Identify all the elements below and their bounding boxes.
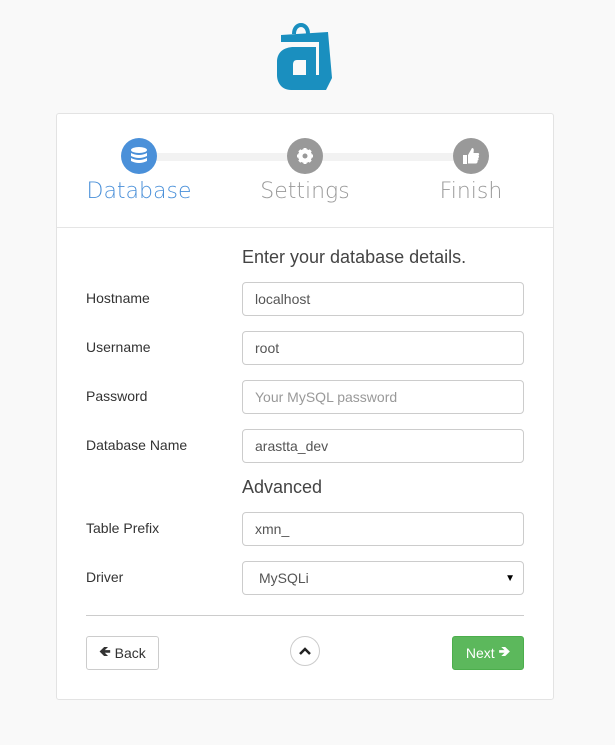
database-name-label: Database Name xyxy=(86,437,188,453)
step-finish-circle xyxy=(453,138,489,174)
hostname-input[interactable] xyxy=(242,282,524,316)
database-icon xyxy=(131,147,147,163)
password-input[interactable] xyxy=(242,380,524,414)
form-heading: Enter your database details. xyxy=(242,247,467,267)
step-settings-circle xyxy=(287,138,323,174)
password-label: Password xyxy=(86,388,148,404)
caret-down-icon: ▼ xyxy=(505,572,515,584)
footer-divider xyxy=(86,615,524,616)
driver-label: Driver xyxy=(86,569,124,585)
step-database-label: Database xyxy=(86,179,192,204)
table-prefix-label: Table Prefix xyxy=(86,520,160,536)
next-button[interactable]: Next 🡺 xyxy=(452,636,524,670)
driver-select[interactable]: MySQLi ▼ xyxy=(242,561,524,595)
step-database-circle xyxy=(121,138,157,174)
hostname-label: Hostname xyxy=(86,290,150,306)
username-label: Username xyxy=(86,339,151,355)
arrow-left-icon: 🡸 xyxy=(99,643,111,659)
chevron-up-icon xyxy=(299,647,311,655)
driver-value: MySQLi xyxy=(259,570,309,586)
gear-icon xyxy=(297,148,313,164)
thumbs-up-icon xyxy=(463,148,480,164)
username-input[interactable] xyxy=(242,331,524,365)
app-logo xyxy=(277,23,332,90)
header-divider xyxy=(57,227,553,228)
step-finish-label: Finish xyxy=(439,179,503,204)
advanced-heading: Advanced xyxy=(242,477,323,497)
step-settings-label: Settings xyxy=(260,179,350,204)
back-label: Back xyxy=(114,645,146,661)
table-prefix-input[interactable] xyxy=(242,512,524,546)
scroll-up-button[interactable] xyxy=(290,636,320,666)
next-label: Next xyxy=(465,645,495,661)
database-name-input[interactable] xyxy=(242,429,524,463)
arrow-right-icon: 🡺 xyxy=(498,643,511,659)
back-button[interactable]: 🡸 Back xyxy=(86,636,159,670)
